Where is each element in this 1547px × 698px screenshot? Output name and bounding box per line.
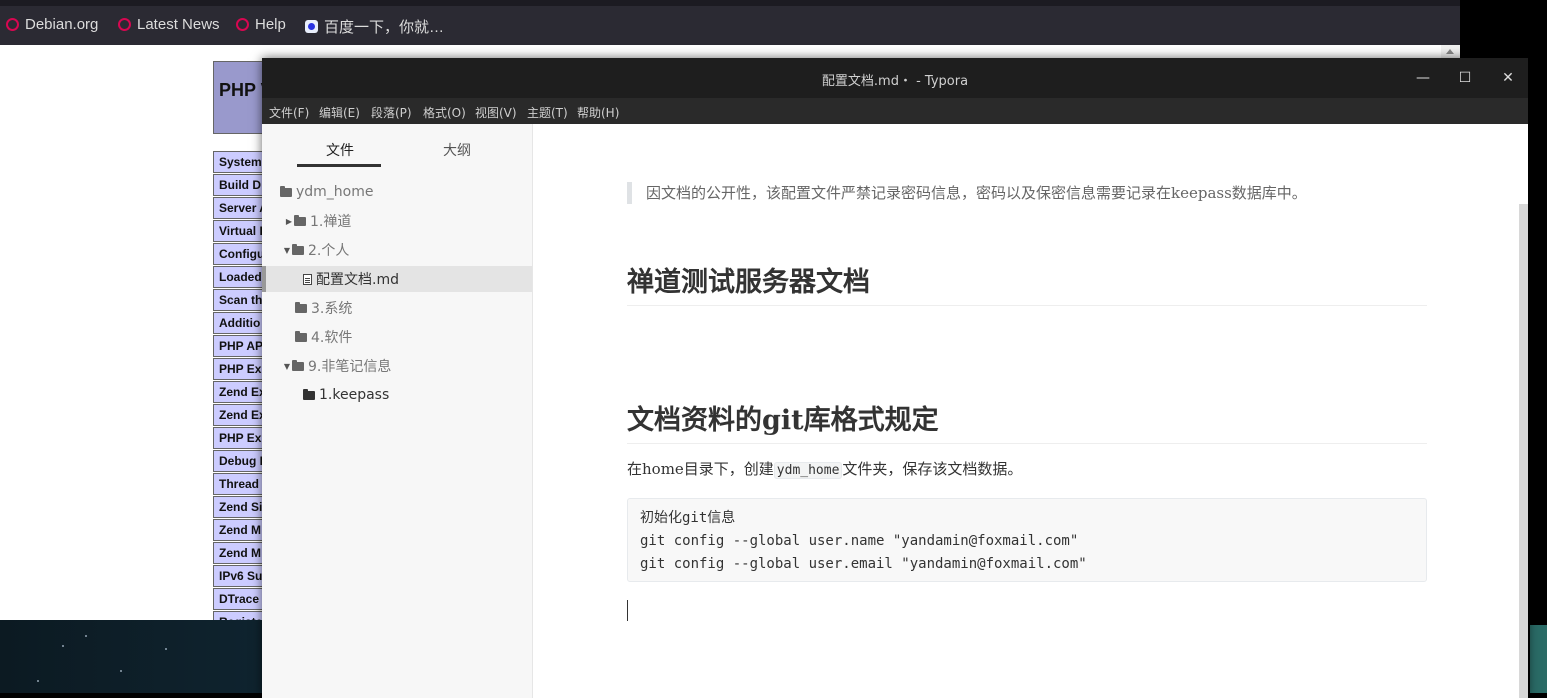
debian-icon [6,18,19,31]
debian-icon [236,18,249,31]
file-sidebar: 文件 大纲 ydm_home ▶ 1.禅道 ▼ 2.个人 配置文档.md 3.系… [262,124,533,698]
tree-folder-ydm-home[interactable]: ydm_home [262,179,532,205]
editor-pane[interactable]: 因文档的公开性，该配置文件严禁记录密码信息，密码以及保密信息需要记录在keepa… [533,124,1528,698]
heading-test-server: 禅道测试服务器文档 [627,260,1427,306]
menu-paragraph[interactable]: 段落(P) [371,104,412,121]
paragraph-text: 文件夹，保存该文档数据。 [842,460,1023,478]
folder-icon [280,185,292,197]
file-icon [303,273,312,285]
tree-label: 4.软件 [311,330,353,346]
title-bar[interactable]: 配置文档.md・ - Typora — ☐ ✕ [262,58,1528,98]
heading-git-format: 文档资料的git库格式规定 [627,398,1427,444]
paragraph: 在home目录下，创建 ydm_home 文件夹，保存该文档数据。 [627,458,1022,479]
tree-folder-software[interactable]: 4.软件 [262,324,532,350]
tree-label: 3.系统 [311,301,353,317]
menu-bar: 文件(F) 编辑(E) 段落(P) 格式(O) 视图(V) 主题(T) 帮助(H… [262,98,1528,124]
caret-down-icon[interactable]: ▼ [282,362,292,371]
editor-scrollbar[interactable] [1519,204,1528,698]
folder-icon [295,301,307,313]
caret-down-icon[interactable]: ▼ [282,246,292,255]
inline-code: ydm_home [773,462,843,479]
star [62,645,64,647]
menu-file[interactable]: 文件(F) [269,104,309,121]
folder-icon [292,243,304,255]
folder-icon [292,359,304,371]
bookmark-baidu[interactable]: 百度一下，你就… [305,16,444,37]
desktop-wallpaper-fragment [1530,625,1547,693]
tree-folder-personal[interactable]: ▼ 2.个人 [262,237,532,263]
bookmark-help[interactable]: Help [236,16,286,33]
star [85,635,87,637]
code-block[interactable]: 初始化git信息 git config --global user.name "… [627,498,1427,582]
tree-folder-non-notes[interactable]: ▼ 9.非笔记信息 [262,353,532,379]
window-title: 配置文档.md・ - Typora [821,74,969,89]
folder-icon [295,330,307,342]
code-line: git config --global user.name "yandamin@… [640,533,1079,549]
code-line: git config --global user.email "yandamin… [640,556,1087,572]
folder-icon [294,214,306,226]
tree-label: 9.非笔记信息 [308,359,392,375]
baidu-icon [305,20,318,33]
tab-files[interactable]: 文件 [326,140,354,160]
url-bar-strip [0,0,1460,6]
scroll-up-arrow-icon[interactable] [1446,49,1454,54]
folder-icon [303,388,315,400]
bookmark-label: 百度一下，你就… [324,19,445,36]
star [120,670,122,672]
blockquote: 因文档的公开性，该配置文件严禁记录密码信息，密码以及保密信息需要记录在keepa… [627,182,1427,204]
tree-folder-keepass[interactable]: 1.keepass [262,382,532,408]
tree-folder-system[interactable]: 3.系统 [262,295,532,321]
text-cursor [627,600,628,621]
tree-file-config-doc[interactable]: 配置文档.md [262,266,532,292]
menu-format[interactable]: 格式(O) [423,104,466,121]
star [37,680,39,682]
menu-help[interactable]: 帮助(H) [577,104,619,121]
maximize-button[interactable]: ☐ [1455,68,1475,88]
bookmark-label: Help [255,16,286,33]
bookmark-label: Debian.org [25,16,99,33]
code-line: 初始化git信息 [640,510,736,526]
paragraph-text: 在home目录下，创建 [627,460,774,478]
tree-label: 1.keepass [319,387,390,403]
bookmark-latest-news[interactable]: Latest News [118,16,220,33]
caret-right-icon[interactable]: ▶ [284,217,294,226]
tree-label: 配置文档.md [316,272,399,288]
bookmark-label: Latest News [137,16,220,33]
star [165,648,167,650]
tree-folder-chandao[interactable]: ▶ 1.禅道 [262,208,532,234]
bookmark-debian[interactable]: Debian.org [6,16,98,33]
maximize-icon: ☐ [1458,70,1472,86]
bookmarks-bar: Debian.org Latest News Help 百度一下，你就… [0,0,1460,45]
menu-theme[interactable]: 主题(T) [527,104,568,121]
menu-edit[interactable]: 编辑(E) [319,104,360,121]
typora-window: 配置文档.md・ - Typora — ☐ ✕ 文件(F) 编辑(E) 段落(P… [262,58,1528,698]
minimize-button[interactable]: — [1413,68,1433,88]
tree-label: 1.禅道 [310,214,352,230]
close-icon: ✕ [1502,70,1514,86]
active-tab-indicator [297,164,381,167]
tab-outline[interactable]: 大纲 [443,140,471,160]
tree-label: 2.个人 [308,243,350,259]
minimize-icon: — [1416,70,1430,86]
close-button[interactable]: ✕ [1498,68,1518,88]
menu-view[interactable]: 视图(V) [475,104,517,121]
debian-icon [118,18,131,31]
tree-label: ydm_home [296,184,374,200]
